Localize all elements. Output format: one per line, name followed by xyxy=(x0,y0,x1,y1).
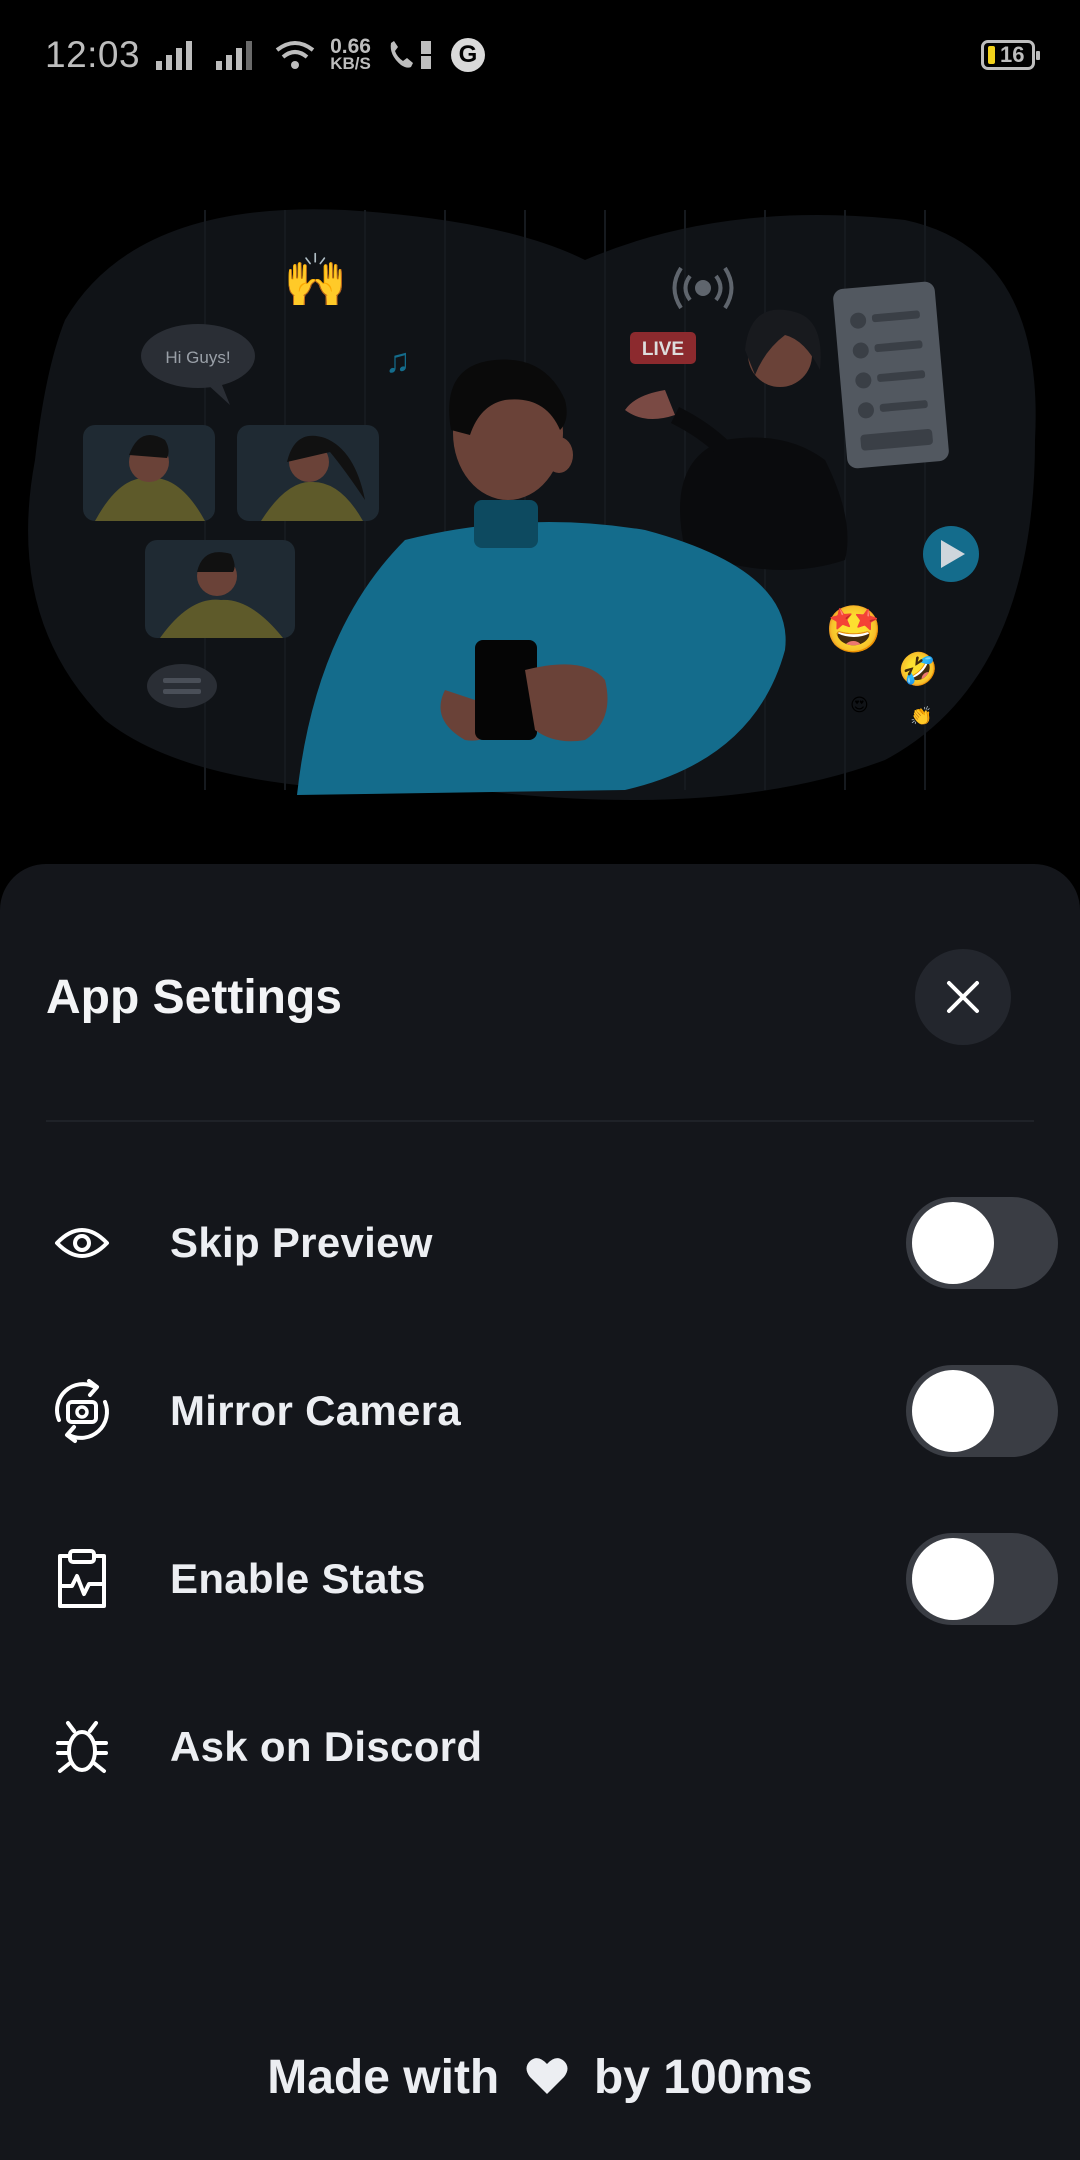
setting-row-enable-stats[interactable]: Enable Stats xyxy=(46,1529,1058,1629)
clap-emoji: 👏 xyxy=(910,705,932,726)
setting-row-mirror-camera[interactable]: Mirror Camera xyxy=(46,1361,1058,1461)
sheet-title: App Settings xyxy=(46,971,342,1024)
skip-preview-toggle[interactable] xyxy=(906,1197,1058,1289)
status-time: 12:03 xyxy=(45,34,141,75)
toggle-knob xyxy=(912,1202,994,1284)
laughing-emoji: 🤣 xyxy=(897,651,938,689)
speech-bubble-text: Hi Guys! xyxy=(165,348,230,367)
live-badge: LIVE xyxy=(630,332,696,364)
footer-credit: Made with by 100ms xyxy=(0,2050,1080,2108)
wifi-call-icon xyxy=(390,41,431,69)
status-left: 12:03 0.66 KB/S G xyxy=(45,34,485,76)
star-struck-emoji: 🤩 xyxy=(825,603,882,655)
sheet-divider xyxy=(46,1120,1034,1122)
signal-icon xyxy=(156,41,193,70)
music-note-icon: ♫ xyxy=(385,342,411,380)
wifi-icon xyxy=(275,41,315,69)
play-button-graphic xyxy=(923,526,979,582)
signal-icon-2 xyxy=(216,41,253,70)
network-speed-unit: KB/S xyxy=(330,54,371,73)
battery-fill xyxy=(988,46,995,64)
network-speed: 0.66 KB/S xyxy=(330,35,371,73)
raised-hands-emoji: 🙌 xyxy=(283,252,348,310)
status-bar: 12:03 0.66 KB/S G 16 xyxy=(0,0,1080,110)
close-button[interactable] xyxy=(915,949,1011,1045)
close-icon xyxy=(947,981,979,1013)
setting-label-ask-on-discord: Ask on Discord xyxy=(170,1723,483,1770)
battery-level: 16 xyxy=(1000,42,1025,67)
setting-row-skip-preview[interactable]: Skip Preview xyxy=(46,1193,1058,1293)
video-tile-1 xyxy=(83,425,215,521)
heart-eyes-emoji: 😍 xyxy=(850,695,869,715)
chat-bubble-small xyxy=(147,664,217,708)
heart-icon xyxy=(525,2053,569,2108)
network-speed-value: 0.66 xyxy=(330,35,371,58)
toggle-knob xyxy=(912,1370,994,1452)
google-icon: G xyxy=(450,38,485,72)
live-badge-text: LIVE xyxy=(642,339,684,360)
list-card xyxy=(833,281,949,469)
video-tile-3 xyxy=(145,540,295,638)
footer-prefix: Made with xyxy=(267,2051,500,2104)
setting-label-enable-stats: Enable Stats xyxy=(170,1555,426,1602)
enable-stats-toggle[interactable] xyxy=(906,1533,1058,1625)
setting-row-ask-on-discord[interactable]: Ask on Discord xyxy=(46,1697,1034,1797)
footer-suffix: by 100ms xyxy=(593,2051,813,2104)
video-tile-2 xyxy=(237,425,379,521)
camera-rotate-icon xyxy=(46,1375,118,1447)
settings-sheet xyxy=(0,864,1080,2160)
toggle-knob xyxy=(912,1538,994,1620)
setting-label-mirror-camera: Mirror Camera xyxy=(170,1387,462,1434)
stats-clipboard-icon xyxy=(46,1543,118,1615)
setting-label-skip-preview: Skip Preview xyxy=(170,1219,433,1266)
battery-indicator: 16 xyxy=(981,40,1040,70)
mirror-camera-toggle[interactable] xyxy=(906,1365,1058,1457)
bug-icon xyxy=(46,1711,118,1783)
hero-illustration: Hi Guys! 🙌 ♫ LIVE 🤩 🤣 😍 👏 xyxy=(28,209,1036,800)
eye-icon xyxy=(46,1207,118,1279)
